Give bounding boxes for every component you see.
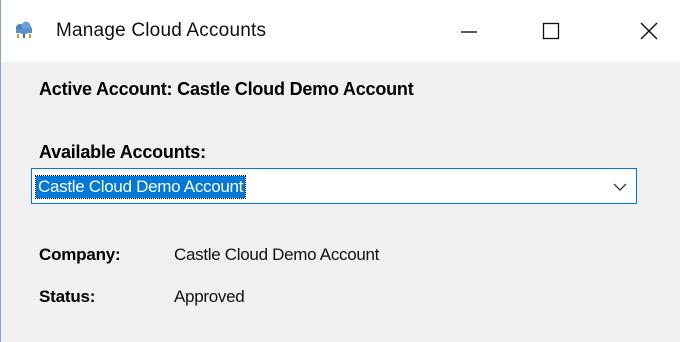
- window-title: Manage Cloud Accounts: [56, 20, 267, 41]
- close-icon: [640, 22, 658, 40]
- minimize-icon: [461, 31, 477, 33]
- company-value: Castle Cloud Demo Account: [174, 245, 380, 264]
- active-account-heading: Active Account: Castle Cloud Demo Accoun…: [39, 79, 414, 99]
- minimize-button[interactable]: [441, 0, 497, 62]
- title-bar[interactable]: Manage Cloud Accounts: [1, 0, 680, 62]
- maximize-icon: [542, 22, 560, 40]
- accounts-dropdown[interactable]: Castle Cloud Demo Account: [31, 168, 637, 204]
- company-label: Company:: [39, 245, 121, 264]
- chevron-down-icon[interactable]: [612, 179, 628, 195]
- close-button[interactable]: [621, 0, 677, 62]
- accounts-dropdown-selected-value[interactable]: Castle Cloud Demo Account: [34, 175, 247, 199]
- status-label: Status:: [39, 287, 96, 306]
- manage-cloud-accounts-window: Manage Cloud Accounts Active Account: Ca…: [0, 0, 680, 342]
- maximize-button[interactable]: [523, 0, 579, 62]
- available-accounts-label: Available Accounts:: [39, 142, 206, 162]
- cloud-app-icon[interactable]: [13, 21, 35, 41]
- status-value: Approved: [174, 287, 245, 306]
